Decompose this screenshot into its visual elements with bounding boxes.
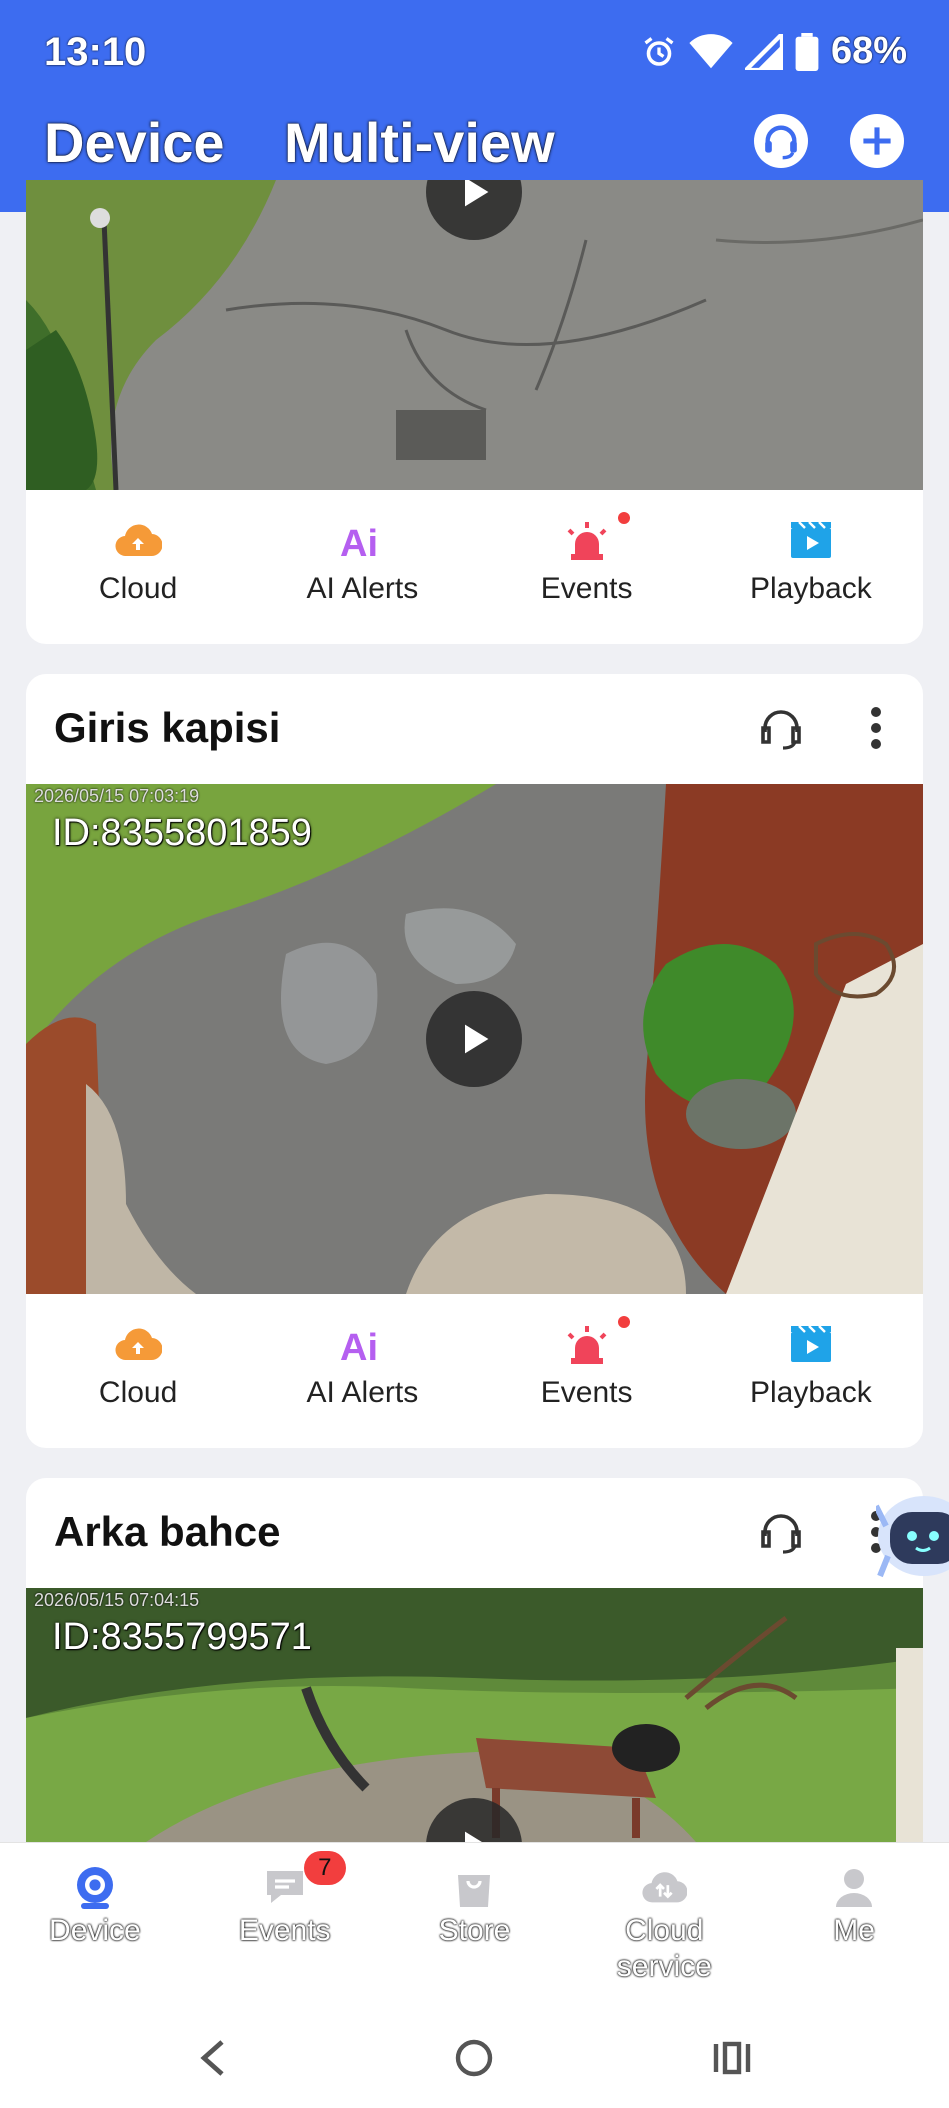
status-icons: 68% <box>641 30 907 73</box>
nav-me-label: Me <box>833 1914 875 1947</box>
cloud-icon <box>115 524 163 557</box>
nav-device-label: Device <box>49 1914 141 1947</box>
tab-multi-view[interactable]: Multi-view <box>284 110 555 175</box>
camera-card-giris-kapisi: Giris kapisi 2026/05/15 07:03:19 ID:8355… <box>26 674 923 1448</box>
ai-alerts-label: AI Alerts <box>306 572 419 605</box>
cloud-icon <box>115 1328 163 1361</box>
events-label: Events <box>540 572 633 605</box>
camera-header-actions <box>757 704 883 752</box>
more-options-icon[interactable] <box>869 704 883 752</box>
camera-icon <box>76 1867 113 1909</box>
nav-me[interactable]: Me <box>759 1843 949 2002</box>
add-device-button[interactable] <box>850 114 904 168</box>
svg-text:Ai: Ai <box>340 1327 378 1364</box>
svg-text:Ai: Ai <box>340 523 378 560</box>
support-button[interactable] <box>754 114 808 168</box>
play-icon <box>465 180 489 207</box>
assistant-robot-button[interactable] <box>873 1486 949 1586</box>
ai-icon: Ai <box>340 523 378 560</box>
message-icon <box>266 1871 303 1903</box>
wifi-icon <box>689 33 733 68</box>
recents-icon[interactable] <box>712 2040 752 2076</box>
cloud-button[interactable]: Cloud <box>26 1294 250 1444</box>
cell-signal-icon <box>744 33 783 70</box>
playback-icon <box>790 521 831 558</box>
headset-icon[interactable] <box>757 704 805 752</box>
events-button[interactable]: Events <box>475 490 699 640</box>
camera-id: ID:8355801859 <box>52 812 312 854</box>
alarm-icon <box>567 1326 607 1364</box>
back-icon[interactable] <box>198 2038 226 2078</box>
system-navigation-bar <box>0 2002 949 2108</box>
alarm-clock-icon <box>644 36 674 66</box>
status-bar: 13:10 68% <box>0 0 949 100</box>
events-button[interactable]: Events <box>475 1294 699 1444</box>
nav-events[interactable]: 7 Events <box>190 1843 380 2002</box>
camera-name: Arka bahce <box>54 1508 281 1555</box>
tab-device[interactable]: Device <box>44 110 225 175</box>
nav-events-label: Events <box>238 1914 331 1947</box>
playback-label: Playback <box>750 572 872 605</box>
nav-device[interactable]: Device <box>0 1843 190 2002</box>
cloud-button[interactable]: Cloud <box>26 490 250 640</box>
headset-icon <box>765 125 797 160</box>
events-dot <box>617 512 630 524</box>
playback-button[interactable]: Playback <box>699 1294 923 1444</box>
camera-id: ID:8355799571 <box>52 1616 312 1658</box>
play-icon <box>465 1024 489 1054</box>
camera-timestamp: 2026/05/15 07:03:19 <box>34 786 200 806</box>
status-time: 13:10 <box>44 30 147 74</box>
camera-actions-2: Cloud Ai AI Alerts Events Playback <box>26 1294 923 1444</box>
camera-preview-1[interactable] <box>26 180 923 490</box>
ai-alerts-button[interactable]: Ai AI Alerts <box>250 490 474 640</box>
home-icon[interactable] <box>454 2038 494 2078</box>
camera-card-arka-bahce: Arka bahce 2026/05/15 07:04:15 ID:835579… <box>26 1478 923 1842</box>
camera-header-actions <box>757 1508 883 1556</box>
camera-preview-2[interactable]: 2026/05/15 07:03:19 ID:8355801859 <box>26 784 923 1294</box>
user-icon <box>836 1869 873 1907</box>
camera-actions-1: Cloud Ai AI Alerts Events Playback <box>26 490 923 640</box>
camera-card-1: Cloud Ai AI Alerts Events Playback <box>26 180 923 644</box>
bottom-navigation: Device 7 Events Store Cloud service Me <box>0 1842 949 2002</box>
shopping-bag-icon <box>458 1875 491 1907</box>
cloud-label: Cloud <box>98 1376 178 1409</box>
play-button[interactable] <box>426 991 522 1087</box>
play-icon <box>465 1831 482 1842</box>
cloud-service-icon <box>642 1872 688 1903</box>
nav-store[interactable]: Store <box>380 1843 570 2002</box>
events-dot <box>617 1316 630 1328</box>
nav-cloud-service-label: Cloud service <box>616 1914 712 1983</box>
camera-timestamp: 2026/05/15 07:04:15 <box>34 1590 200 1610</box>
nav-store-label: Store <box>438 1914 511 1947</box>
playback-label: Playback <box>750 1376 872 1409</box>
camera-name: Giris kapisi <box>54 704 281 751</box>
plus-icon <box>863 127 891 155</box>
battery-percent: 68% <box>830 30 907 72</box>
battery-icon <box>795 32 819 71</box>
events-badge: 7 <box>303 1851 346 1885</box>
robot-icon <box>873 1496 949 1578</box>
nav-cloud-service[interactable]: Cloud service <box>569 1843 759 2002</box>
camera-preview-3[interactable]: 2026/05/15 07:04:15 ID:8355799571 <box>26 1588 923 1842</box>
alarm-icon <box>567 522 607 560</box>
playback-icon <box>790 1325 831 1362</box>
playback-button[interactable]: Playback <box>699 490 923 640</box>
events-label: Events <box>540 1376 633 1409</box>
headset-icon[interactable] <box>757 1508 805 1556</box>
ai-alerts-label: AI Alerts <box>306 1376 419 1409</box>
ai-alerts-button[interactable]: Ai AI Alerts <box>250 1294 474 1444</box>
ai-icon: Ai <box>340 1327 378 1364</box>
cloud-label: Cloud <box>98 572 178 605</box>
